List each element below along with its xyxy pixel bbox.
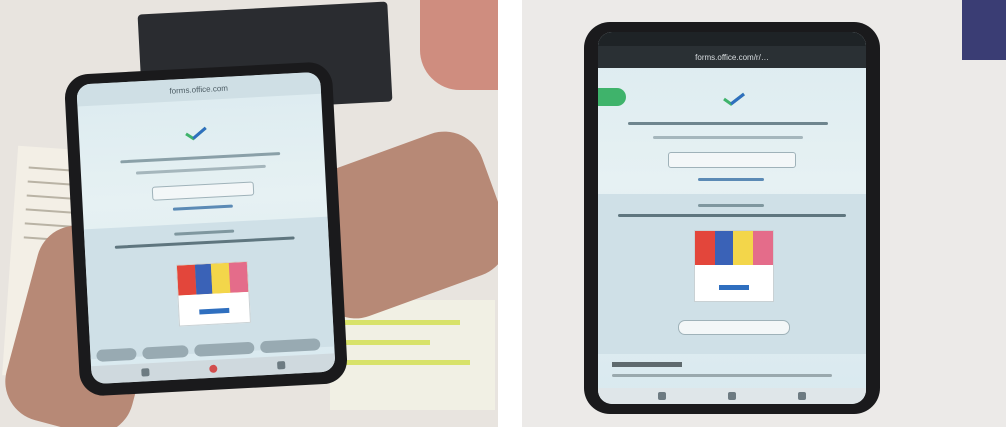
nav-back-icon[interactable] (141, 368, 150, 377)
toolbar-chip[interactable] (194, 341, 255, 357)
response-text (628, 122, 828, 125)
promo-card (83, 216, 335, 360)
phone-screen: forms.office.com (76, 71, 336, 385)
toggle-badge[interactable] (598, 88, 626, 106)
smartphone-right: forms.office.com/r/… (584, 22, 880, 414)
subtext (135, 164, 266, 175)
browser-url-bar[interactable]: forms.office.com/r/… (598, 46, 866, 68)
toolbar-chip[interactable] (142, 345, 189, 360)
poster-image (175, 260, 251, 327)
url-text: forms.office.com/r/… (695, 52, 769, 62)
submit-another-link[interactable] (172, 204, 233, 211)
url-text: forms.office.com (169, 83, 229, 96)
footer-text (612, 374, 832, 377)
background-object (962, 0, 1006, 60)
footer-brand (612, 362, 682, 367)
nav-recents-icon[interactable] (798, 392, 806, 400)
phone-screen: forms.office.com/r/… (598, 32, 866, 404)
photo-right: forms.office.com/r/… (522, 0, 1006, 427)
microsoft-forms-checkmark-icon (185, 126, 207, 141)
browser-url-bar[interactable]: forms.office.com (76, 71, 322, 107)
save-response-button[interactable] (151, 181, 255, 201)
microsoft-forms-checkmark-icon (723, 92, 745, 106)
toolbar-chip[interactable] (96, 347, 137, 362)
toolbar-chip[interactable] (259, 338, 321, 354)
response-text (120, 152, 281, 164)
poster-image (694, 230, 774, 302)
promo-card (598, 194, 866, 354)
save-response-button[interactable] (668, 152, 796, 168)
subtext (653, 136, 803, 139)
background-hand (420, 0, 498, 90)
navigation-bar (598, 388, 866, 404)
nav-recents-icon[interactable] (277, 361, 286, 370)
nav-home-icon[interactable] (728, 392, 736, 400)
smartphone-left: forms.office.com (63, 61, 349, 397)
action-pill-button[interactable] (678, 320, 790, 335)
status-bar (598, 32, 866, 46)
nav-home-icon[interactable] (209, 364, 218, 374)
submit-another-link[interactable] (698, 178, 764, 181)
photo-left: forms.office.com (0, 0, 498, 427)
nav-back-icon[interactable] (658, 392, 666, 400)
